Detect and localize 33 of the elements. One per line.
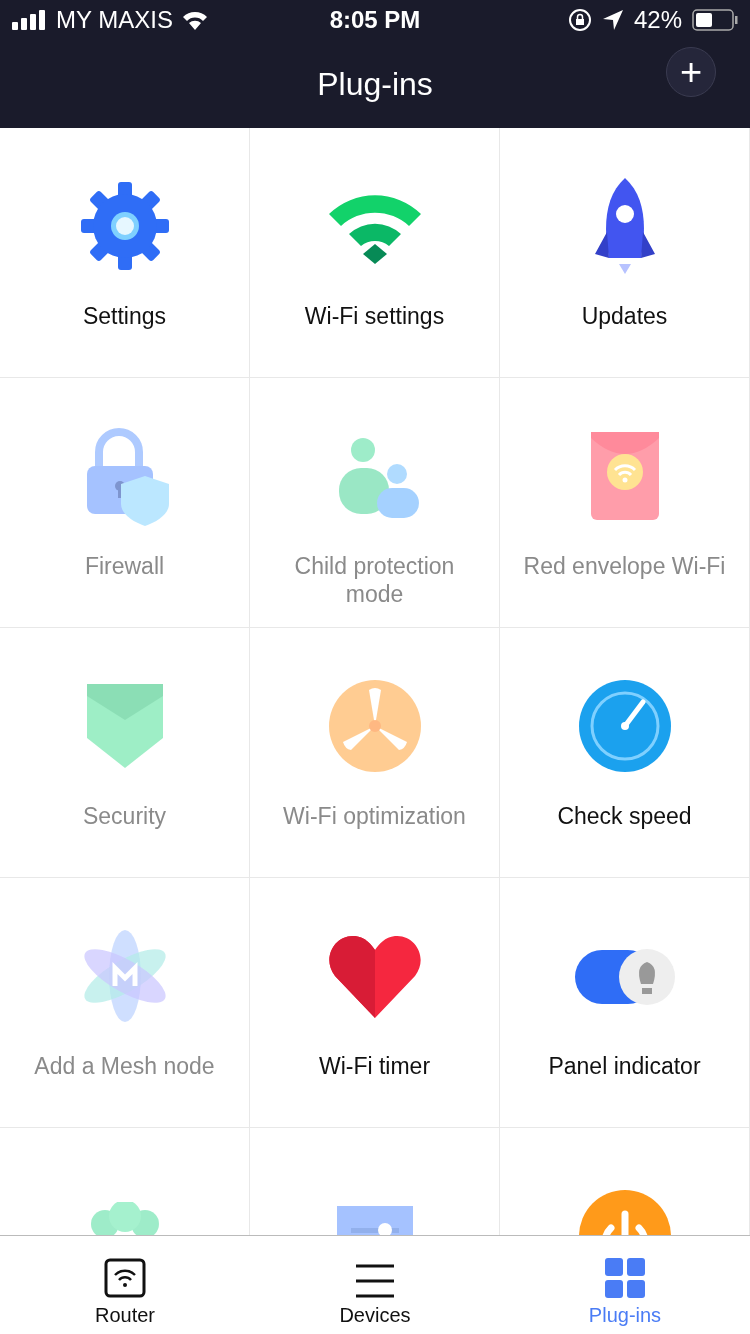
router-icon: [104, 1258, 146, 1298]
battery-icon: [692, 9, 738, 31]
plugin-tile[interactable]: Wi-Fi settings: [250, 128, 500, 378]
plugin-label: Wi-Fi optimization: [282, 802, 467, 830]
plugin-label: Check speed: [556, 802, 693, 830]
plugin-tile[interactable]: Wi-Fi timer: [250, 878, 500, 1128]
grid-icon: [605, 1258, 645, 1298]
plugin-label: Firewall: [83, 552, 166, 580]
plugin-tile[interactable]: Settings: [0, 128, 250, 378]
plugin-label: Red envelope Wi-Fi: [522, 552, 727, 580]
tab[interactable]: Plug-ins: [500, 1236, 750, 1334]
tab[interactable]: Devices: [250, 1236, 500, 1334]
plugin-tile[interactable]: Check speed: [500, 628, 750, 878]
plugin-label: Panel indicator: [547, 1052, 702, 1080]
rotation-lock-icon: [567, 8, 592, 32]
plugin-label: Updates: [580, 302, 669, 330]
location-arrow-icon: [601, 9, 624, 31]
plugin-label: Child protection mode: [293, 552, 456, 608]
plugin-tile[interactable]: Updates: [500, 128, 750, 378]
status-time: 8:05 PM: [329, 5, 421, 35]
plugin-label: Settings: [81, 302, 168, 330]
plugin-label: Security: [81, 802, 168, 830]
plugin-label: Wi-Fi timer: [317, 1052, 432, 1080]
signal-icon: [12, 10, 48, 30]
menu-icon: [355, 1264, 395, 1298]
plugin-label: Add a Mesh node: [33, 1052, 216, 1080]
tab[interactable]: Router: [0, 1236, 250, 1334]
battery-percent: 42%: [633, 5, 682, 35]
plugin-tile[interactable]: Panel indicator: [500, 878, 750, 1128]
page-title: Plug-ins: [317, 65, 433, 104]
carrier-name: MY MAXIS: [56, 5, 173, 35]
plugin-label: Wi-Fi settings: [303, 302, 446, 330]
add-button[interactable]: +: [666, 47, 716, 97]
